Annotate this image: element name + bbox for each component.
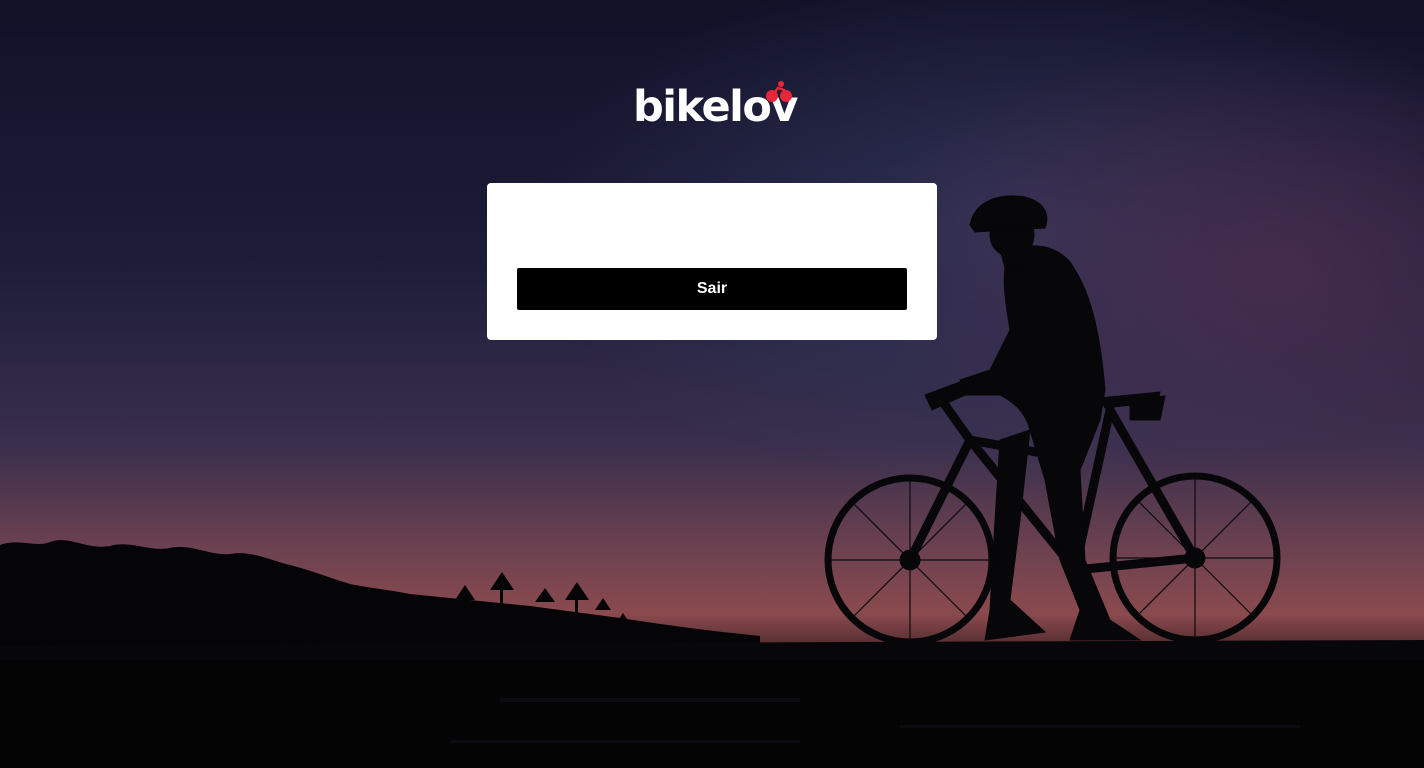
logout-card: Sair bbox=[487, 183, 937, 340]
cyclist-icon bbox=[766, 81, 792, 102]
logout-page: bikelov Sair bbox=[0, 0, 1424, 768]
brand-logo[interactable]: bikelov bbox=[633, 80, 798, 134]
logout-button[interactable]: Sair bbox=[517, 268, 907, 310]
